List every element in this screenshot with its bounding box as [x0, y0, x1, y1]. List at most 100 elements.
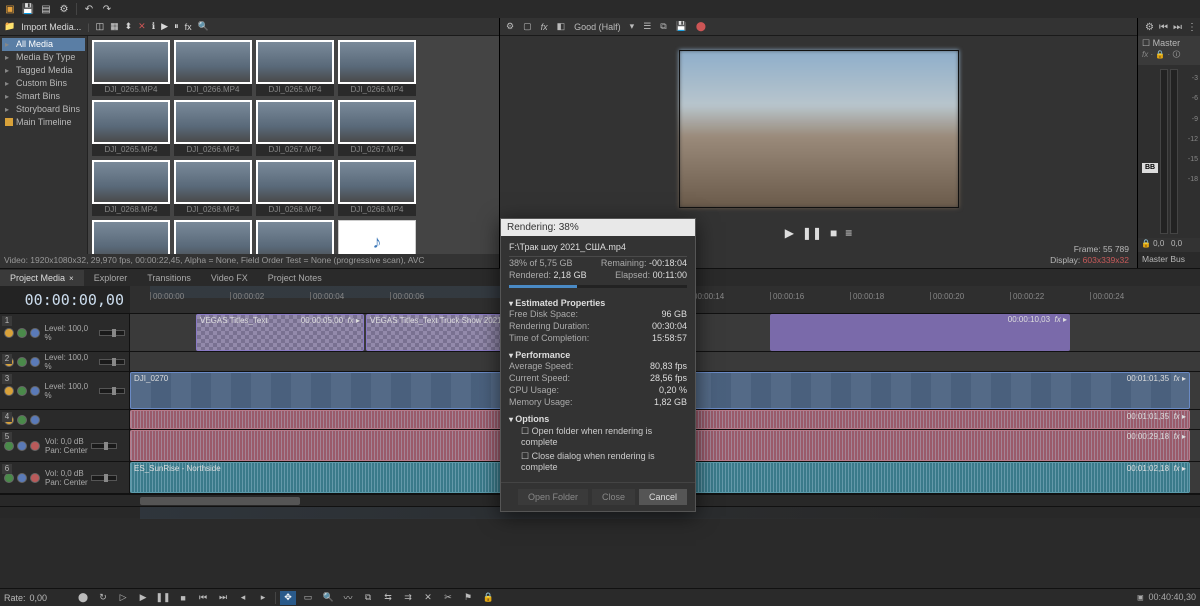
- redo-icon[interactable]: ↷: [101, 3, 113, 15]
- save-snap-icon[interactable]: 💾: [674, 21, 689, 32]
- media-thumb[interactable]: DJI_0269.MP4: [174, 220, 252, 254]
- track-header[interactable]: 1Level: 100,0 %: [0, 314, 130, 351]
- stop-icon[interactable]: ■: [175, 591, 191, 605]
- open-icon[interactable]: ▤: [40, 3, 52, 15]
- media-thumb[interactable]: DJI_0270.MP4: [256, 220, 334, 254]
- split-icon[interactable]: ✂: [440, 591, 456, 605]
- props-icon[interactable]: ℹ: [152, 21, 155, 32]
- undo-icon[interactable]: ↶: [83, 3, 95, 15]
- save-icon[interactable]: 💾: [22, 3, 34, 15]
- fx-icon[interactable]: fx: [185, 22, 192, 32]
- open-folder-button[interactable]: Open Folder: [518, 489, 588, 505]
- media-thumb-audio[interactable]: ♪ES_Flying out - Northside.mp3: [338, 220, 416, 254]
- settings-icon[interactable]: ⚙: [58, 3, 70, 15]
- autoripple-icon[interactable]: ⇉: [400, 591, 416, 605]
- play-start-icon[interactable]: ▷: [115, 591, 131, 605]
- view-icon[interactable]: ◫: [96, 21, 105, 32]
- media-thumb[interactable]: DJI_0268.MP4: [92, 160, 170, 216]
- media-thumb[interactable]: DJI_0266.MP4: [338, 40, 416, 96]
- media-thumb[interactable]: DJI_0266.MP4: [174, 40, 252, 96]
- media-thumb[interactable]: DJI_0266.MP4: [174, 100, 252, 156]
- tab-notes[interactable]: Project Notes: [258, 270, 332, 286]
- media-thumb[interactable]: DJI_0268.MP4: [256, 160, 334, 216]
- clip[interactable]: VEGAS Titles_Text00:00:05,00 fx ▸: [196, 314, 364, 351]
- crossfade-icon[interactable]: ✕: [420, 591, 436, 605]
- loop-icon[interactable]: ↻: [95, 591, 111, 605]
- section-options[interactable]: Options: [509, 408, 687, 424]
- play-icon[interactable]: ▶: [135, 591, 151, 605]
- tree-item[interactable]: Custom Bins: [2, 77, 85, 90]
- media-thumb[interactable]: DJI_0268.MP4: [174, 160, 252, 216]
- pause-icon[interactable]: ❚❚: [155, 591, 171, 605]
- media-thumb[interactable]: DJI_0265.MP4: [92, 40, 170, 96]
- rec-icon[interactable]: ⬤: [694, 21, 708, 32]
- tab-explorer[interactable]: Explorer: [84, 270, 138, 286]
- next-frame-icon[interactable]: ▸: [255, 591, 271, 605]
- split-icon[interactable]: ◧: [555, 21, 568, 32]
- media-thumb[interactable]: DJI_0265.MP4: [256, 40, 334, 96]
- prev-frame-icon[interactable]: ◂: [235, 591, 251, 605]
- go-end-icon[interactable]: ⏭: [215, 591, 231, 605]
- play-icon[interactable]: ▶: [161, 21, 168, 32]
- fx-icon[interactable]: fx: [539, 22, 550, 32]
- tool-edit-icon[interactable]: ✥: [280, 591, 296, 605]
- render-dialog[interactable]: Rendering: 38% F:\Трак шоу 2021_США.mp4 …: [500, 218, 696, 512]
- track-header[interactable]: 4: [0, 410, 130, 429]
- track-header[interactable]: 2Level: 100,0 %: [0, 352, 130, 371]
- tree-item[interactable]: Media By Type: [2, 51, 85, 64]
- tool-env-icon[interactable]: 〰: [340, 591, 356, 605]
- ripple-icon[interactable]: ⇆: [380, 591, 396, 605]
- clip[interactable]: 00:00:10,03 fx ▸: [770, 314, 1070, 351]
- media-thumb[interactable]: DJI_0267.MP4: [256, 100, 334, 156]
- preview-viewport[interactable]: [500, 36, 1137, 222]
- stop-icon[interactable]: ⏸: [174, 21, 179, 32]
- ext-monitor-icon[interactable]: ▢: [521, 21, 534, 32]
- chevron-down-icon[interactable]: ▾: [628, 21, 637, 32]
- folder-icon[interactable]: ▣: [4, 3, 16, 15]
- tree-item[interactable]: Tagged Media: [2, 64, 85, 77]
- master-bus-tab[interactable]: Master Bus: [1138, 252, 1200, 268]
- track-header[interactable]: 3Level: 100,0 %: [0, 372, 130, 409]
- lock-icon[interactable]: 🔒: [480, 591, 496, 605]
- tool-zoom-icon[interactable]: 🔍: [320, 591, 336, 605]
- checkbox-close-dialog[interactable]: Close dialog when rendering is complete: [509, 449, 687, 474]
- skip-fwd-icon[interactable]: ⏭: [1173, 22, 1182, 33]
- tool-select-icon[interactable]: ▭: [300, 591, 316, 605]
- menu-icon[interactable]: ≡: [845, 226, 852, 240]
- tree-item[interactable]: Storyboard Bins: [2, 103, 85, 116]
- search-icon[interactable]: 🔍: [198, 21, 209, 32]
- rec-icon[interactable]: ⬤: [75, 591, 91, 605]
- track-header[interactable]: 5Vol: 0,0 dBPan: Center: [0, 430, 130, 461]
- timecode-display[interactable]: 00:00:00,00: [0, 286, 130, 313]
- marker-icon[interactable]: ⚑: [460, 591, 476, 605]
- bb-icon[interactable]: BB: [1142, 163, 1158, 173]
- tree-item-main[interactable]: Main Timeline: [2, 116, 85, 129]
- minimize-icon[interactable]: ☐: [1142, 38, 1150, 48]
- view2-icon[interactable]: ▦: [110, 21, 119, 32]
- cancel-button[interactable]: Cancel: [639, 489, 687, 505]
- skip-back-icon[interactable]: ⏮: [1159, 22, 1168, 33]
- play-button[interactable]: ▶: [785, 226, 794, 240]
- media-thumb[interactable]: DJI_0267.MP4: [338, 100, 416, 156]
- media-thumb[interactable]: DJI_0268.MP4: [338, 160, 416, 216]
- section-performance[interactable]: Performance: [509, 344, 687, 360]
- quality-dropdown[interactable]: Good (Half): [572, 22, 623, 32]
- menu-icon[interactable]: ⋮: [1187, 22, 1197, 33]
- tree-item-all[interactable]: All Media: [2, 38, 85, 51]
- gear-icon[interactable]: ⚙: [504, 21, 516, 32]
- gear-icon[interactable]: ⚙: [1145, 22, 1154, 33]
- track-header[interactable]: 6Vol: 0,0 dBPan: Center: [0, 462, 130, 493]
- tab-videofx[interactable]: Video FX: [201, 270, 258, 286]
- close-button[interactable]: Close: [592, 489, 635, 505]
- remove-icon[interactable]: ✕: [138, 21, 146, 32]
- dialog-title[interactable]: Rendering: 38%: [501, 219, 695, 236]
- checkbox-open-folder[interactable]: Open folder when rendering is complete: [509, 424, 687, 449]
- tree-item[interactable]: Smart Bins: [2, 90, 85, 103]
- tab-transitions[interactable]: Transitions: [137, 270, 201, 286]
- media-thumb[interactable]: DJI_0269.MP4: [92, 220, 170, 254]
- overlay-icon[interactable]: ☰: [641, 21, 653, 32]
- snap-icon[interactable]: ⧉: [360, 591, 376, 605]
- stop-button[interactable]: ■: [830, 226, 837, 240]
- pause-button[interactable]: ❚❚: [802, 226, 822, 240]
- media-thumb[interactable]: DJI_0265.MP4: [92, 100, 170, 156]
